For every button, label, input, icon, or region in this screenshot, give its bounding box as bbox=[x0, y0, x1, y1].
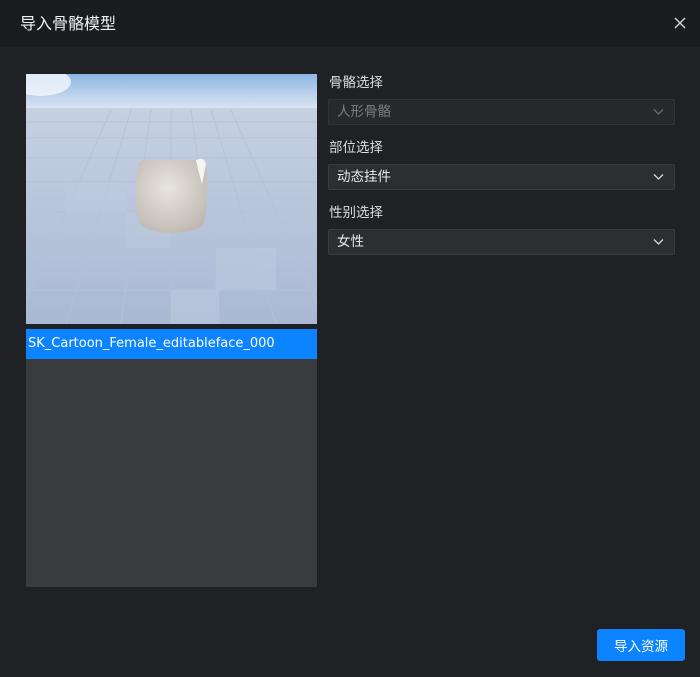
gender-select-value: 女性 bbox=[337, 234, 364, 250]
close-icon[interactable] bbox=[671, 14, 689, 32]
part-select-value: 动态挂件 bbox=[337, 169, 391, 185]
skeleton-select: 人形骨骼 bbox=[328, 99, 675, 125]
skeleton-select-label: 骨骼选择 bbox=[329, 75, 383, 91]
part-select-label: 部位选择 bbox=[329, 140, 383, 156]
gender-select[interactable]: 女性 bbox=[328, 229, 675, 255]
model-preview-viewport[interactable] bbox=[26, 74, 317, 324]
chevron-down-icon bbox=[653, 174, 664, 180]
dialog-titlebar: 导入骨骼模型 bbox=[0, 0, 700, 46]
part-select[interactable]: 动态挂件 bbox=[328, 164, 675, 190]
chevron-down-icon bbox=[653, 239, 664, 245]
model-list: SK_Cartoon_Female_editableface_000 bbox=[26, 329, 317, 587]
skeleton-select-value: 人形骨骼 bbox=[337, 104, 391, 120]
list-item[interactable]: SK_Cartoon_Female_editableface_000 bbox=[26, 329, 317, 359]
dialog-title: 导入骨骼模型 bbox=[20, 14, 117, 33]
import-resource-button[interactable]: 导入资源 bbox=[597, 629, 685, 661]
gender-select-label: 性别选择 bbox=[329, 205, 383, 221]
chevron-down-icon bbox=[653, 109, 664, 115]
import-skeleton-dialog: 导入骨骼模型 SK_Cartoon_Female_editableface_00… bbox=[0, 0, 700, 677]
